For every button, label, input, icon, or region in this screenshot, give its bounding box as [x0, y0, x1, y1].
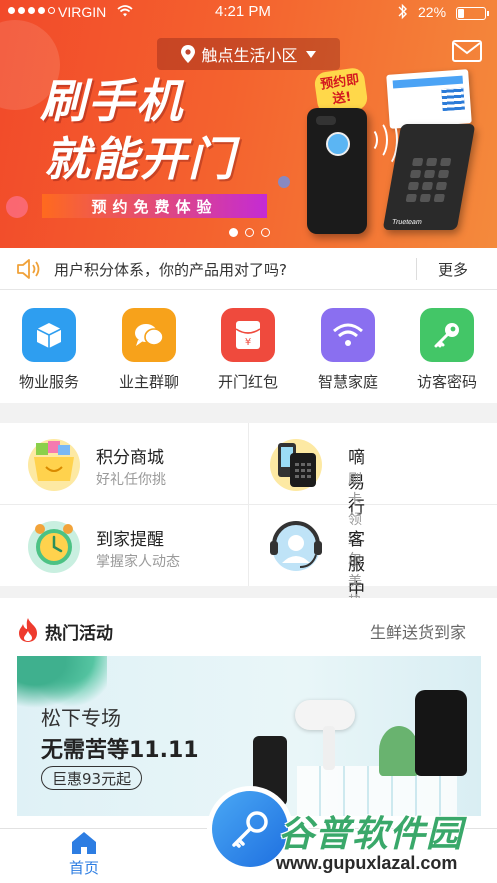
promo-badge: 巨惠93元起	[41, 766, 143, 790]
chevron-down-icon	[305, 50, 316, 58]
divider	[416, 258, 417, 280]
promo-title: 松下专场	[41, 706, 121, 730]
tab-label: 首页	[68, 859, 99, 877]
feature-grid: 积分商城 好礼任你挑 嘀易行 刷卡领红包 到家提醒 掌握家人动态 客服中 小美	[0, 423, 497, 670]
slogan-line-2: 就能开门	[44, 132, 236, 186]
service-smart-home[interactable]: 智慧家庭	[308, 308, 388, 392]
cube-icon	[22, 308, 76, 362]
hair-dryer-image	[295, 700, 355, 770]
reader-brand: Trueteam	[391, 219, 423, 226]
key-icon	[232, 811, 268, 848]
location-pin-icon	[181, 45, 196, 63]
service-visitor-code[interactable]: 访客密码	[407, 308, 487, 392]
service-label: 访客密码	[416, 373, 477, 391]
more-link[interactable]: 更多	[438, 259, 468, 280]
access-card-image	[386, 69, 472, 129]
free-trial-button[interactable]: 预约免费体验	[42, 194, 267, 218]
service-property[interactable]: 物业服务	[9, 308, 89, 392]
status-bar: VIRGIN 4:21 PM 22%	[0, 0, 497, 26]
quick-services: 物业服务 业主群聊 ¥ 开门红包 智慧家庭 访客密码	[0, 290, 497, 403]
service-label: 智慧家庭	[317, 373, 378, 391]
signal-wave	[370, 112, 398, 168]
decor-circle	[278, 176, 290, 188]
shaver-image	[415, 690, 467, 776]
service-label: 物业服务	[18, 373, 79, 391]
banner-pagination	[229, 228, 270, 237]
battery-icon	[456, 7, 489, 20]
promo-headline: 无需苦等11.11	[41, 738, 199, 763]
page-dot[interactable]	[229, 228, 238, 237]
battery-percent: 22%	[418, 4, 447, 20]
slogan-line-1: 刷手机	[40, 74, 184, 128]
carrier-name: VIRGIN	[58, 4, 107, 20]
mail-icon[interactable]	[452, 40, 482, 62]
flame-icon	[19, 618, 37, 642]
top-banner[interactable]: VIRGIN 4:21 PM 22% 触点生活小区 刷手机 就能开门 预约免费体…	[0, 0, 497, 248]
watermark: 谷普软件园 www.gupuxlazal.com	[272, 805, 497, 883]
wifi-home-icon	[321, 308, 375, 362]
service-label: 开门红包	[217, 373, 278, 391]
feature-customer-service[interactable]: 客服中心 小美热情解惑	[0, 505, 365, 670]
notice-text[interactable]: 用户积分体系，你的产品用对了吗?	[54, 259, 287, 280]
chat-icon	[122, 308, 176, 362]
watermark-title: 谷普软件园	[278, 814, 464, 855]
key-icon	[420, 308, 474, 362]
service-owner-chat[interactable]: 业主群聊	[109, 308, 189, 392]
service-door-redpacket[interactable]: ¥ 开门红包	[208, 308, 288, 392]
page-dot[interactable]	[245, 228, 254, 237]
red-packet-icon: ¥	[221, 308, 275, 362]
feature-diyixing[interactable]: 嘀易行 刷卡领红包	[0, 423, 365, 568]
svg-text:¥: ¥	[245, 337, 251, 348]
tab-home[interactable]: 首页	[58, 829, 110, 883]
clock: 4:21 PM	[215, 3, 271, 20]
home-icon	[72, 832, 96, 854]
wifi-icon	[117, 5, 133, 17]
banner-slogan: 刷手机 就能开门	[40, 72, 236, 188]
watermark-url: www.gupuxlazal.com	[276, 853, 458, 873]
fresh-delivery-link[interactable]: 生鲜送货到家	[370, 619, 466, 643]
signal-strength-icon	[8, 7, 55, 14]
page-dot[interactable]	[261, 228, 270, 237]
speaker-icon	[17, 259, 40, 279]
bluetooth-icon	[398, 3, 407, 20]
headset-icon	[270, 521, 322, 571]
phone-image	[307, 108, 367, 234]
service-label: 业主群聊	[118, 373, 179, 391]
location-selector[interactable]: 触点生活小区	[157, 38, 340, 70]
plant-image	[379, 726, 419, 776]
notice-bar[interactable]: 用户积分体系，你的产品用对了吗? 更多	[0, 248, 497, 290]
section-title: 热门活动	[45, 624, 113, 644]
location-name: 触点生活小区	[201, 46, 298, 65]
decor-circle	[6, 196, 28, 218]
card-reader-icon	[270, 439, 322, 491]
